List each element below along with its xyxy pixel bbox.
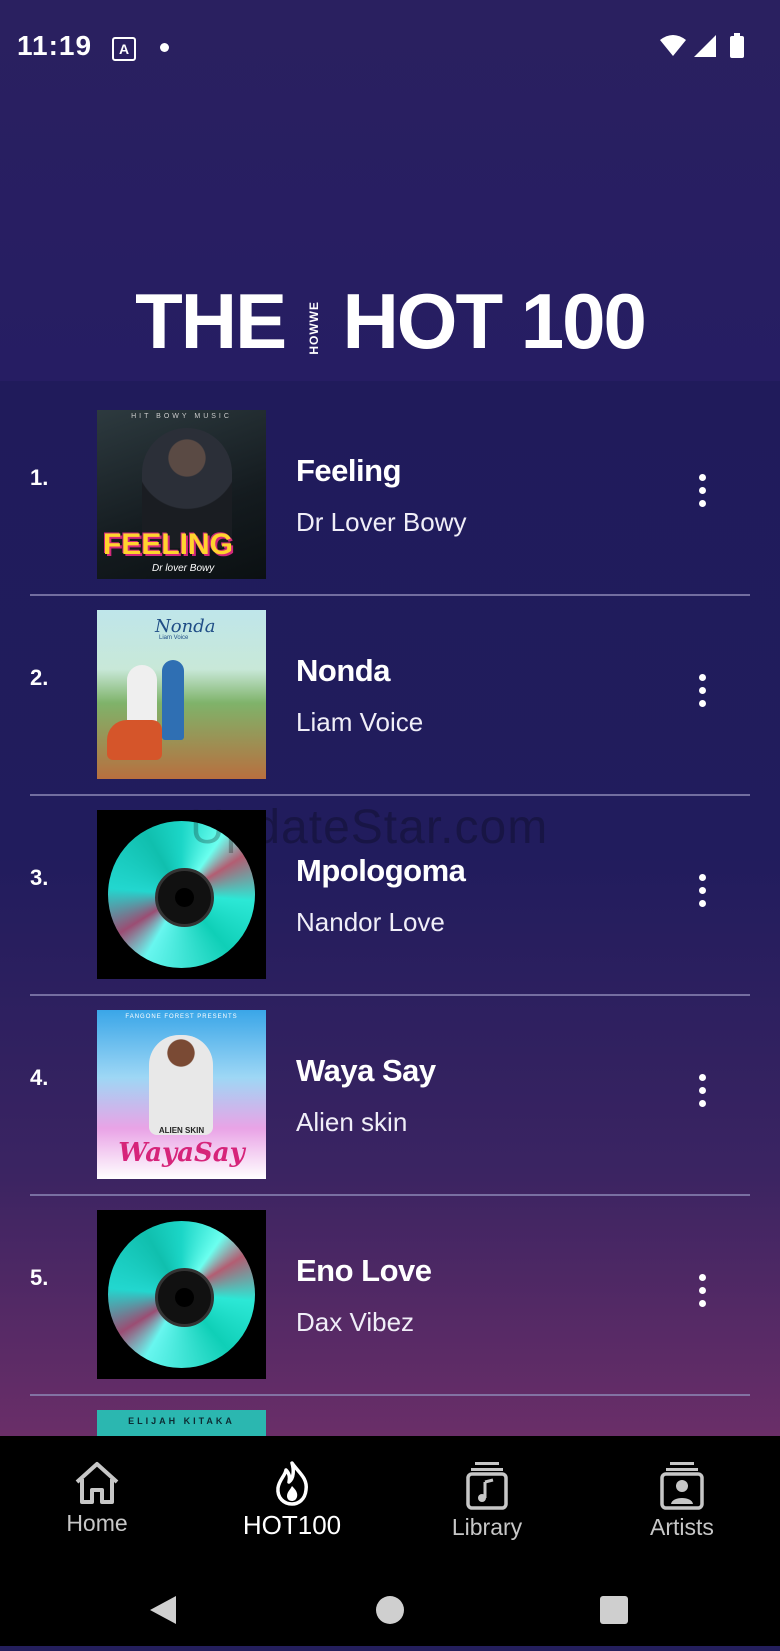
hot100-banner: THE HOWWE HOT 100: [0, 96, 780, 381]
cd-disc-icon: [108, 1221, 255, 1368]
track-rank: 3.: [30, 865, 49, 890]
nav-label: Home: [66, 1510, 128, 1536]
more-options-icon[interactable]: [690, 1071, 714, 1111]
track-rank: 4.: [30, 1065, 49, 1090]
status-bar: 11:19 A: [0, 0, 780, 96]
track-cover: [97, 1210, 266, 1379]
watermark-text: UpdateStar.com: [190, 801, 549, 854]
track-cover: FANGONE FOREST PRESENTS ALIEN SKIN WayaS…: [97, 1010, 266, 1179]
system-status-icons: [660, 33, 744, 58]
cover-title-text: WayaSay: [118, 1138, 245, 1168]
nav-label: Library: [451, 1514, 523, 1540]
cover-figure-image: [149, 1035, 213, 1135]
track-artist[interactable]: Liam Voice: [296, 707, 423, 738]
cover-subtitle-text: Dr lover Bowy: [152, 563, 215, 574]
track-cover: ELIJAH KITAKA: [97, 1410, 266, 1436]
more-options-icon[interactable]: [690, 471, 714, 511]
app-screen: 11:19 A THE HOWWE HOT 100 1. HIT BOWY MU…: [0, 0, 780, 1436]
track-artist[interactable]: Dr Lover Bowy: [296, 507, 467, 538]
track-cover: HIT BOWY MUSIC FEELING Dr lover Bowy: [97, 410, 266, 579]
nav-hot100[interactable]: HOT100: [207, 1450, 377, 1560]
track-cover: Nonda Liam Voice: [97, 610, 266, 779]
track-row[interactable]: 2. Nonda Liam Voice Nonda Liam Voice: [0, 581, 780, 781]
home-button-icon: [376, 1596, 404, 1624]
recents-button-icon: [600, 1596, 628, 1624]
cover-name-text: ALIEN SKIN: [158, 1126, 205, 1135]
cell-signal-icon: [694, 35, 716, 57]
nav-artists[interactable]: Artists: [597, 1450, 767, 1560]
track-rank: 1.: [30, 465, 49, 490]
more-options-icon[interactable]: [690, 671, 714, 711]
wifi-icon: [660, 35, 686, 56]
track-artist[interactable]: Nandor Love: [296, 907, 445, 938]
banner-title: THE HOWWE HOT 100: [0, 276, 780, 367]
nav-label: Artists: [650, 1514, 714, 1540]
track-list[interactable]: 1. HIT BOWY MUSIC FEELING Dr lover Bowy …: [0, 381, 780, 1436]
more-options-icon[interactable]: [690, 871, 714, 911]
notification-dot-icon: [160, 43, 169, 52]
system-navigation-bar: [0, 1566, 780, 1646]
more-options-icon[interactable]: [690, 1271, 714, 1311]
bottom-navigation: Home HOT100 Library Artists: [0, 1436, 780, 1646]
track-row[interactable]: ELIJAH KITAKA: [0, 1381, 780, 1436]
cover-title-text: Nonda: [155, 616, 216, 637]
track-row[interactable]: 1. HIT BOWY MUSIC FEELING Dr lover Bowy …: [0, 381, 780, 581]
home-icon: [75, 1462, 119, 1504]
track-row[interactable]: 4. FANGONE FOREST PRESENTS ALIEN SKIN Wa…: [0, 981, 780, 1181]
cover-title-text: FEELING: [103, 528, 234, 561]
track-title[interactable]: Mpologoma: [296, 853, 466, 889]
cover-top-text: HIT BOWY MUSIC: [131, 413, 232, 420]
track-rank: 2.: [30, 665, 49, 690]
track-artist[interactable]: Dax Vibez: [296, 1307, 414, 1338]
track-row[interactable]: 5. Eno Love Dax Vibez: [0, 1181, 780, 1381]
status-time: 11:19: [17, 30, 93, 61]
library-icon: [466, 1462, 508, 1510]
track-rank: 5.: [30, 1265, 49, 1290]
nav-library[interactable]: Library: [402, 1450, 572, 1560]
cd-cover-image: [97, 1210, 266, 1379]
battery-icon: [730, 36, 744, 58]
track-artist[interactable]: Alien skin: [296, 1107, 407, 1138]
banner-title-left: THE: [135, 277, 287, 365]
back-button-icon: [150, 1596, 176, 1624]
banner-brand: HOWWE: [306, 300, 321, 355]
cover-scene-image: [162, 660, 184, 740]
artists-icon: [660, 1462, 704, 1510]
cover-top-text: FANGONE FOREST PRESENTS: [125, 1014, 238, 1020]
track-title[interactable]: Feeling: [296, 453, 402, 489]
cover-scooter-image: [107, 720, 162, 760]
nav-home[interactable]: Home: [12, 1450, 182, 1560]
track-title[interactable]: Eno Love: [296, 1253, 432, 1289]
cover-subtitle-text: Liam Voice: [159, 635, 189, 641]
track-title[interactable]: Waya Say: [296, 1053, 436, 1089]
nav-label: HOT100: [242, 1510, 342, 1540]
track-title[interactable]: Nonda: [296, 653, 390, 689]
cover-top-text: ELIJAH KITAKA: [128, 1416, 235, 1426]
notification-icon: A: [112, 37, 136, 61]
flame-icon: [276, 1461, 308, 1506]
banner-title-right: HOT 100: [342, 277, 646, 365]
